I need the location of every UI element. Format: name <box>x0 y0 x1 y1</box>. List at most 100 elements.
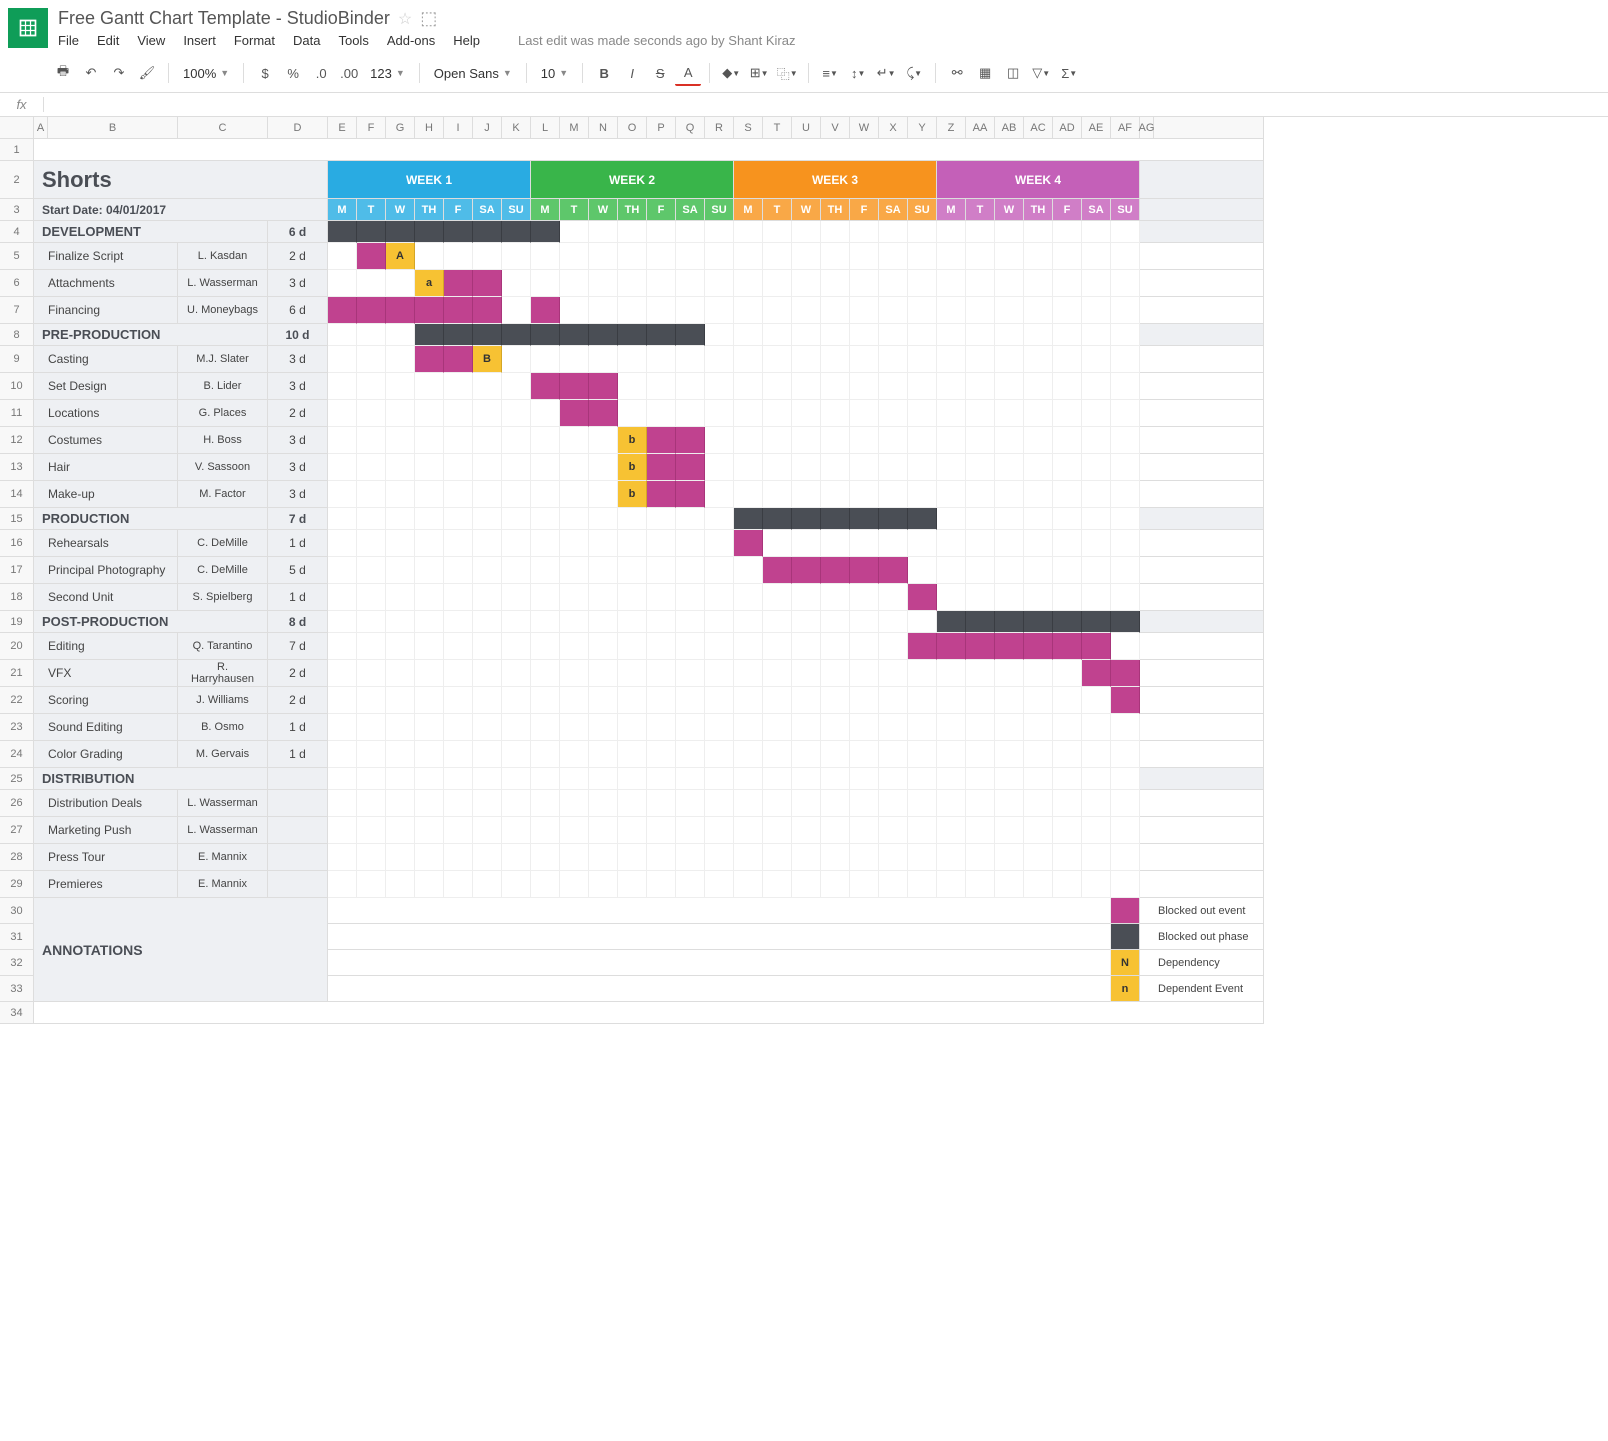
gantt-cell[interactable] <box>705 741 734 768</box>
gantt-cell[interactable] <box>937 508 966 530</box>
gantt-cell[interactable] <box>821 871 850 898</box>
gantt-cell[interactable] <box>531 584 560 611</box>
gantt-cell[interactable] <box>1053 270 1082 297</box>
gantt-cell[interactable] <box>995 871 1024 898</box>
gantt-bar[interactable] <box>415 346 444 373</box>
gantt-cell[interactable] <box>1111 611 1140 633</box>
gantt-cell[interactable] <box>1024 481 1053 508</box>
gantt-cell[interactable] <box>1082 741 1111 768</box>
gantt-cell[interactable] <box>966 400 995 427</box>
gantt-cell[interactable] <box>763 817 792 844</box>
bold-icon[interactable]: B <box>591 60 617 86</box>
gantt-cell[interactable] <box>444 633 473 660</box>
gantt-cell[interactable] <box>879 427 908 454</box>
gantt-cell[interactable] <box>676 741 705 768</box>
gantt-cell[interactable] <box>502 714 531 741</box>
gantt-cell[interactable] <box>676 584 705 611</box>
gantt-cell[interactable] <box>1082 557 1111 584</box>
gantt-cell[interactable] <box>763 687 792 714</box>
gantt-cell[interactable] <box>879 633 908 660</box>
gantt-cell[interactable] <box>705 660 734 687</box>
gantt-cell[interactable] <box>763 633 792 660</box>
gantt-bar[interactable] <box>560 373 589 400</box>
gantt-cell[interactable] <box>792 584 821 611</box>
gantt-cell[interactable] <box>908 221 937 243</box>
gantt-cell[interactable] <box>473 741 502 768</box>
gantt-cell[interactable] <box>1082 584 1111 611</box>
gantt-cell[interactable] <box>1082 790 1111 817</box>
gantt-cell[interactable] <box>357 660 386 687</box>
gantt-cell[interactable] <box>937 817 966 844</box>
gantt-cell[interactable] <box>676 871 705 898</box>
gantt-cell[interactable] <box>560 633 589 660</box>
gantt-cell[interactable] <box>1024 584 1053 611</box>
gantt-bar[interactable] <box>1024 633 1053 660</box>
gantt-cell[interactable] <box>676 714 705 741</box>
gantt-cell[interactable] <box>1053 530 1082 557</box>
gantt-cell[interactable] <box>734 243 763 270</box>
gantt-cell[interactable] <box>357 270 386 297</box>
gantt-cell[interactable] <box>821 741 850 768</box>
gantt-bar[interactable] <box>676 454 705 481</box>
gantt-cell[interactable] <box>995 324 1024 346</box>
gantt-cell[interactable] <box>531 270 560 297</box>
gantt-cell[interactable] <box>531 687 560 714</box>
gantt-bar[interactable] <box>1111 660 1140 687</box>
gantt-cell[interactable] <box>676 221 705 243</box>
gantt-cell[interactable] <box>647 768 676 790</box>
gantt-cell[interactable] <box>473 790 502 817</box>
gantt-cell[interactable] <box>618 297 647 324</box>
gantt-cell[interactable] <box>966 687 995 714</box>
gantt-cell[interactable] <box>647 817 676 844</box>
col-header[interactable]: G <box>386 117 415 139</box>
gantt-cell[interactable] <box>995 346 1024 373</box>
gantt-cell[interactable] <box>328 844 357 871</box>
gantt-cell[interactable] <box>879 324 908 346</box>
gantt-cell[interactable] <box>415 714 444 741</box>
gantt-cell[interactable] <box>763 611 792 633</box>
gantt-cell[interactable] <box>444 584 473 611</box>
gantt-cell[interactable] <box>1082 530 1111 557</box>
gantt-cell[interactable] <box>995 530 1024 557</box>
gantt-bar[interactable] <box>937 633 966 660</box>
row-header[interactable]: 1 <box>0 139 34 161</box>
gantt-cell[interactable] <box>966 557 995 584</box>
row-header[interactable]: 28 <box>0 844 34 871</box>
gantt-cell[interactable] <box>937 844 966 871</box>
gantt-cell[interactable] <box>908 557 937 584</box>
gantt-cell[interactable] <box>560 687 589 714</box>
gantt-cell[interactable] <box>618 768 647 790</box>
gantt-cell[interactable] <box>415 844 444 871</box>
gantt-cell[interactable] <box>618 221 647 243</box>
link-icon[interactable]: ⚯ <box>944 60 970 86</box>
gantt-cell[interactable] <box>618 400 647 427</box>
gantt-cell[interactable] <box>1111 297 1140 324</box>
gantt-cell[interactable] <box>1111 324 1140 346</box>
gantt-cell[interactable] <box>1024 817 1053 844</box>
gantt-cell[interactable] <box>589 714 618 741</box>
decrease-decimal-icon[interactable]: .0 <box>308 60 334 86</box>
gantt-cell[interactable] <box>763 324 792 346</box>
gantt-cell[interactable] <box>792 741 821 768</box>
gantt-cell[interactable] <box>879 481 908 508</box>
gantt-cell[interactable] <box>937 790 966 817</box>
gantt-cell[interactable] <box>734 768 763 790</box>
row-header[interactable]: 8 <box>0 324 34 346</box>
gantt-cell[interactable] <box>531 557 560 584</box>
gantt-cell[interactable] <box>705 557 734 584</box>
gantt-cell[interactable] <box>1053 741 1082 768</box>
col-header[interactable]: T <box>763 117 792 139</box>
spreadsheet-grid[interactable]: ABCDEFGHIJKLMNOPQRSTUVWXYZAAABACADAEAFAG… <box>0 117 1608 1024</box>
gantt-bar[interactable] <box>792 557 821 584</box>
gantt-cell[interactable] <box>821 584 850 611</box>
gantt-cell[interactable] <box>647 844 676 871</box>
gantt-cell[interactable] <box>1111 714 1140 741</box>
gantt-cell[interactable] <box>589 530 618 557</box>
gantt-cell[interactable] <box>879 584 908 611</box>
font-select[interactable]: Open Sans▼ <box>428 66 518 81</box>
gantt-cell[interactable] <box>821 297 850 324</box>
gantt-bar[interactable] <box>1082 633 1111 660</box>
gantt-cell[interactable] <box>850 714 879 741</box>
gantt-cell[interactable] <box>328 508 357 530</box>
gantt-cell[interactable] <box>792 714 821 741</box>
